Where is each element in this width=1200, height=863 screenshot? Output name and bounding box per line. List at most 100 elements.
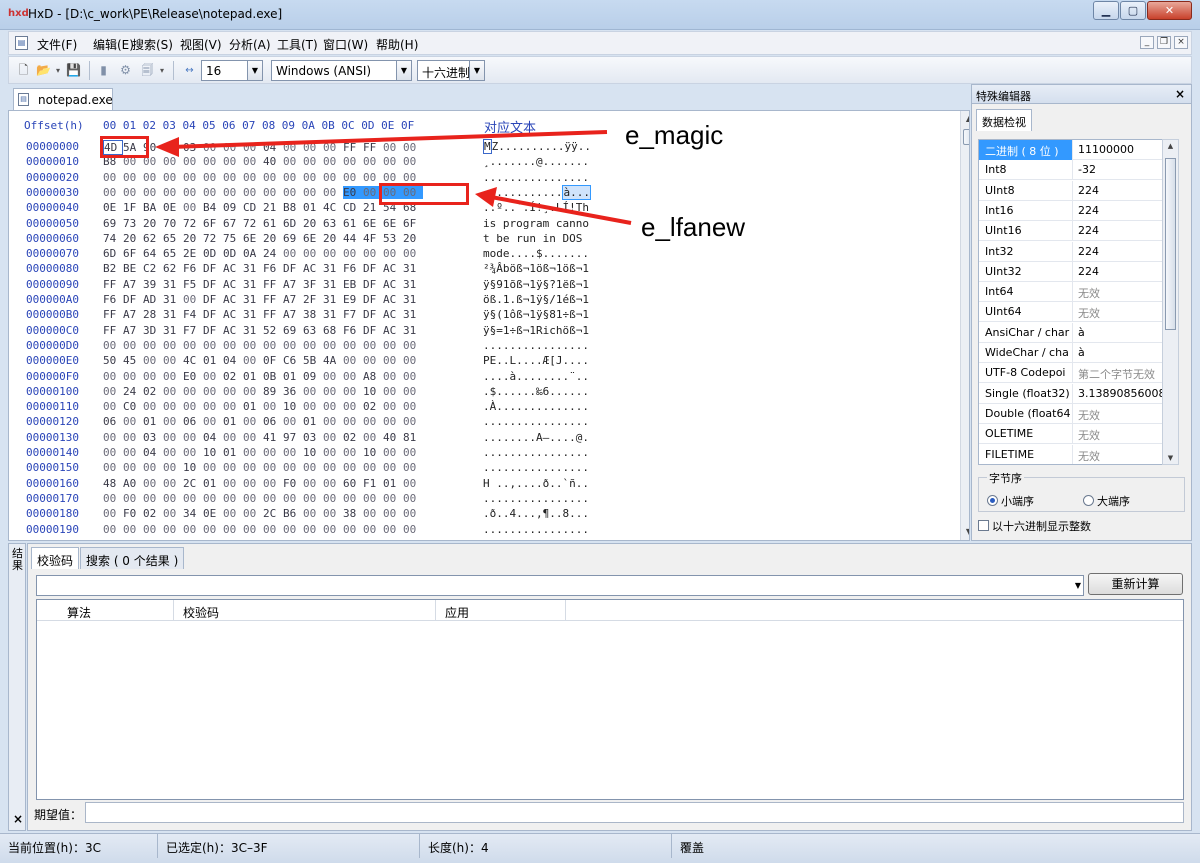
inspector-row[interactable]: FILETIME 无效	[979, 444, 1167, 465]
inspector-row[interactable]: UInt8 224	[979, 180, 1167, 201]
inspector-value[interactable]: 224	[1074, 262, 1167, 282]
menu-view[interactable]: 视图(V)	[180, 36, 222, 53]
expected-value-input[interactable]	[85, 802, 1184, 823]
inspector-value[interactable]: 224	[1074, 181, 1167, 201]
chevron-down-icon[interactable]: ▼	[396, 61, 411, 80]
inspector-type-name: Int8	[979, 160, 1073, 181]
mdi-minimize-button[interactable]: _	[1140, 36, 1154, 49]
minimize-button[interactable]: ▁	[1093, 1, 1119, 20]
inspector-value[interactable]: 无效	[1074, 424, 1167, 444]
offset-base-select[interactable]: 十六进制 ▼	[417, 60, 485, 81]
export-dropdown-icon[interactable]: ▾	[157, 62, 167, 79]
document-icon[interactable]: ▤	[15, 36, 28, 50]
radio-dot[interactable]	[1083, 495, 1094, 506]
close-icon[interactable]: ×	[1175, 87, 1185, 101]
bytes-per-row-select[interactable]: 16 ▼	[201, 60, 263, 81]
inspector-value[interactable]: 无效	[1074, 445, 1167, 465]
inspector-value[interactable]: 无效	[1074, 404, 1167, 424]
mdi-close-button[interactable]: ×	[1174, 36, 1188, 49]
mdi-restore-button[interactable]: ❐	[1157, 36, 1171, 49]
radio-dot[interactable]	[987, 495, 998, 506]
menu-tools[interactable]: 工具(T)	[277, 36, 318, 53]
tab-notepad-exe[interactable]: ▤ notepad.exe	[13, 88, 113, 110]
inspector-value[interactable]: 224	[1074, 242, 1167, 262]
inspector-row[interactable]: Single (float32)3.1389085600873	[979, 383, 1167, 404]
chevron-down-icon[interactable]: ▼	[247, 61, 262, 80]
inspector-value[interactable]: 无效	[1074, 302, 1167, 322]
export-icon[interactable]: 🗐	[139, 62, 156, 79]
scroll-up-icon[interactable]: ▲	[961, 111, 969, 127]
inspector-value[interactable]: 11100000	[1074, 140, 1167, 160]
inspector-row[interactable]: UInt32 224	[979, 261, 1167, 282]
inspector-scrollbar[interactable]: ▲ ▼	[1162, 139, 1179, 465]
inspector-row[interactable]: OLETIME 无效	[979, 424, 1167, 445]
inspector-value[interactable]: à	[1074, 343, 1167, 363]
inspector-row[interactable]: Double (float64 无效	[979, 403, 1167, 424]
scroll-thumb[interactable]	[963, 129, 969, 145]
data-inspector-table[interactable]: 二进制 ( 8 位 ) 11100000 Int8 -32 UInt8 224 Int16 2…	[978, 139, 1168, 465]
chevron-down-icon[interactable]: ▼	[1075, 581, 1081, 590]
hex-integer-checkbox[interactable]: 以十六进制显示整数	[978, 518, 1091, 534]
algorithm-select[interactable]: ▼	[36, 575, 1084, 596]
save-icon[interactable]: 💾	[65, 62, 82, 79]
new-file-icon[interactable]: 🗋	[15, 62, 32, 79]
charset-value: Windows (ANSI)	[276, 64, 372, 78]
menu-search[interactable]: 搜索(S)	[132, 36, 173, 53]
open-dropdown-icon[interactable]: ▾	[53, 62, 63, 79]
inspector-value[interactable]: à	[1074, 323, 1167, 343]
inspector-type-name: 二进制 ( 8 位 )	[979, 140, 1073, 160]
menu-window[interactable]: 窗口(W)	[323, 36, 368, 53]
inspector-type-name: AnsiChar / char	[979, 322, 1073, 343]
column-apply[interactable]: 应用	[445, 604, 469, 621]
close-file-icon[interactable]: ▮	[95, 62, 112, 79]
column-checksum[interactable]: 校验码	[183, 604, 219, 621]
inspector-value[interactable]: 224	[1074, 201, 1167, 221]
scroll-thumb[interactable]	[1165, 158, 1176, 330]
inspector-value[interactable]: -32	[1074, 160, 1167, 180]
inspector-row[interactable]: 二进制 ( 8 位 ) 11100000	[979, 140, 1167, 160]
checksum-table[interactable]: 算法 校验码 应用	[36, 599, 1184, 800]
checksum-table-header: 算法 校验码 应用	[37, 600, 1183, 621]
hex-scrollbar[interactable]: ▲ ▼	[960, 111, 969, 540]
inspector-row[interactable]: WideChar / cha à	[979, 343, 1167, 363]
menu-help[interactable]: 帮助(H)	[376, 36, 418, 53]
tab-data-inspector[interactable]: 数据检视	[976, 109, 1032, 131]
status-bar: 当前位置(h)：3C 已选定(h)：3C–3F 长度(h)：4 覆盖	[0, 833, 1200, 863]
inspector-row[interactable]: Int32 224	[979, 241, 1167, 262]
recalculate-button[interactable]: 重新计算	[1088, 573, 1183, 595]
open-file-icon[interactable]: 📂	[35, 62, 52, 79]
inspector-value[interactable]: 3.1389085600873	[1074, 384, 1167, 404]
e-magic-arrowhead	[155, 137, 179, 157]
e-lfanew-arrow	[490, 195, 632, 225]
tab-search-results[interactable]: 搜索 ( 0 个结果 )	[80, 547, 185, 569]
scroll-down-icon[interactable]: ▼	[1163, 454, 1178, 462]
inspector-row[interactable]: Int8 -32	[979, 160, 1167, 181]
menu-edit[interactable]: 编辑(E)	[93, 36, 134, 53]
charset-select[interactable]: Windows (ANSI) ▼	[271, 60, 412, 81]
scroll-down-icon[interactable]: ▼	[961, 524, 969, 540]
inspector-value[interactable]: 224	[1074, 221, 1167, 241]
inspector-row[interactable]: AnsiChar / char à	[979, 322, 1167, 343]
hex-editor[interactable]: Offset(h) 00 01 02 03 04 05 06 07 08 09 …	[8, 110, 970, 541]
little-endian-radio[interactable]: 小端序	[987, 493, 1034, 509]
inspector-row[interactable]: Int64 无效	[979, 282, 1167, 303]
big-endian-radio[interactable]: 大端序	[1083, 493, 1130, 509]
inspector-value[interactable]: 第二个字节无效	[1074, 363, 1167, 383]
hex-integer-label: 以十六进制显示整数	[992, 520, 1091, 533]
inspector-row[interactable]: Int16 224	[979, 200, 1167, 221]
scroll-up-icon[interactable]: ▲	[1163, 142, 1178, 150]
menu-file[interactable]: 文件(F)	[37, 36, 77, 53]
inspector-row[interactable]: UInt64 无效	[979, 302, 1167, 323]
inspector-row[interactable]: UInt16 224	[979, 221, 1167, 242]
inspector-value[interactable]: 无效	[1074, 282, 1167, 302]
chevron-down-icon[interactable]: ▼	[469, 61, 484, 80]
properties-icon[interactable]: ⚙	[117, 62, 134, 79]
close-icon[interactable]: ×	[13, 812, 23, 826]
tab-checksum[interactable]: 校验码	[31, 547, 80, 569]
maximize-button[interactable]: ▢	[1120, 1, 1146, 20]
checkbox-box[interactable]	[978, 520, 989, 531]
inspector-row[interactable]: UTF-8 Codepoi 第二个字节无效	[979, 363, 1167, 384]
close-button[interactable]: ✕	[1147, 1, 1192, 20]
column-algorithm[interactable]: 算法	[67, 604, 91, 621]
menu-analysis[interactable]: 分析(A)	[229, 36, 271, 53]
